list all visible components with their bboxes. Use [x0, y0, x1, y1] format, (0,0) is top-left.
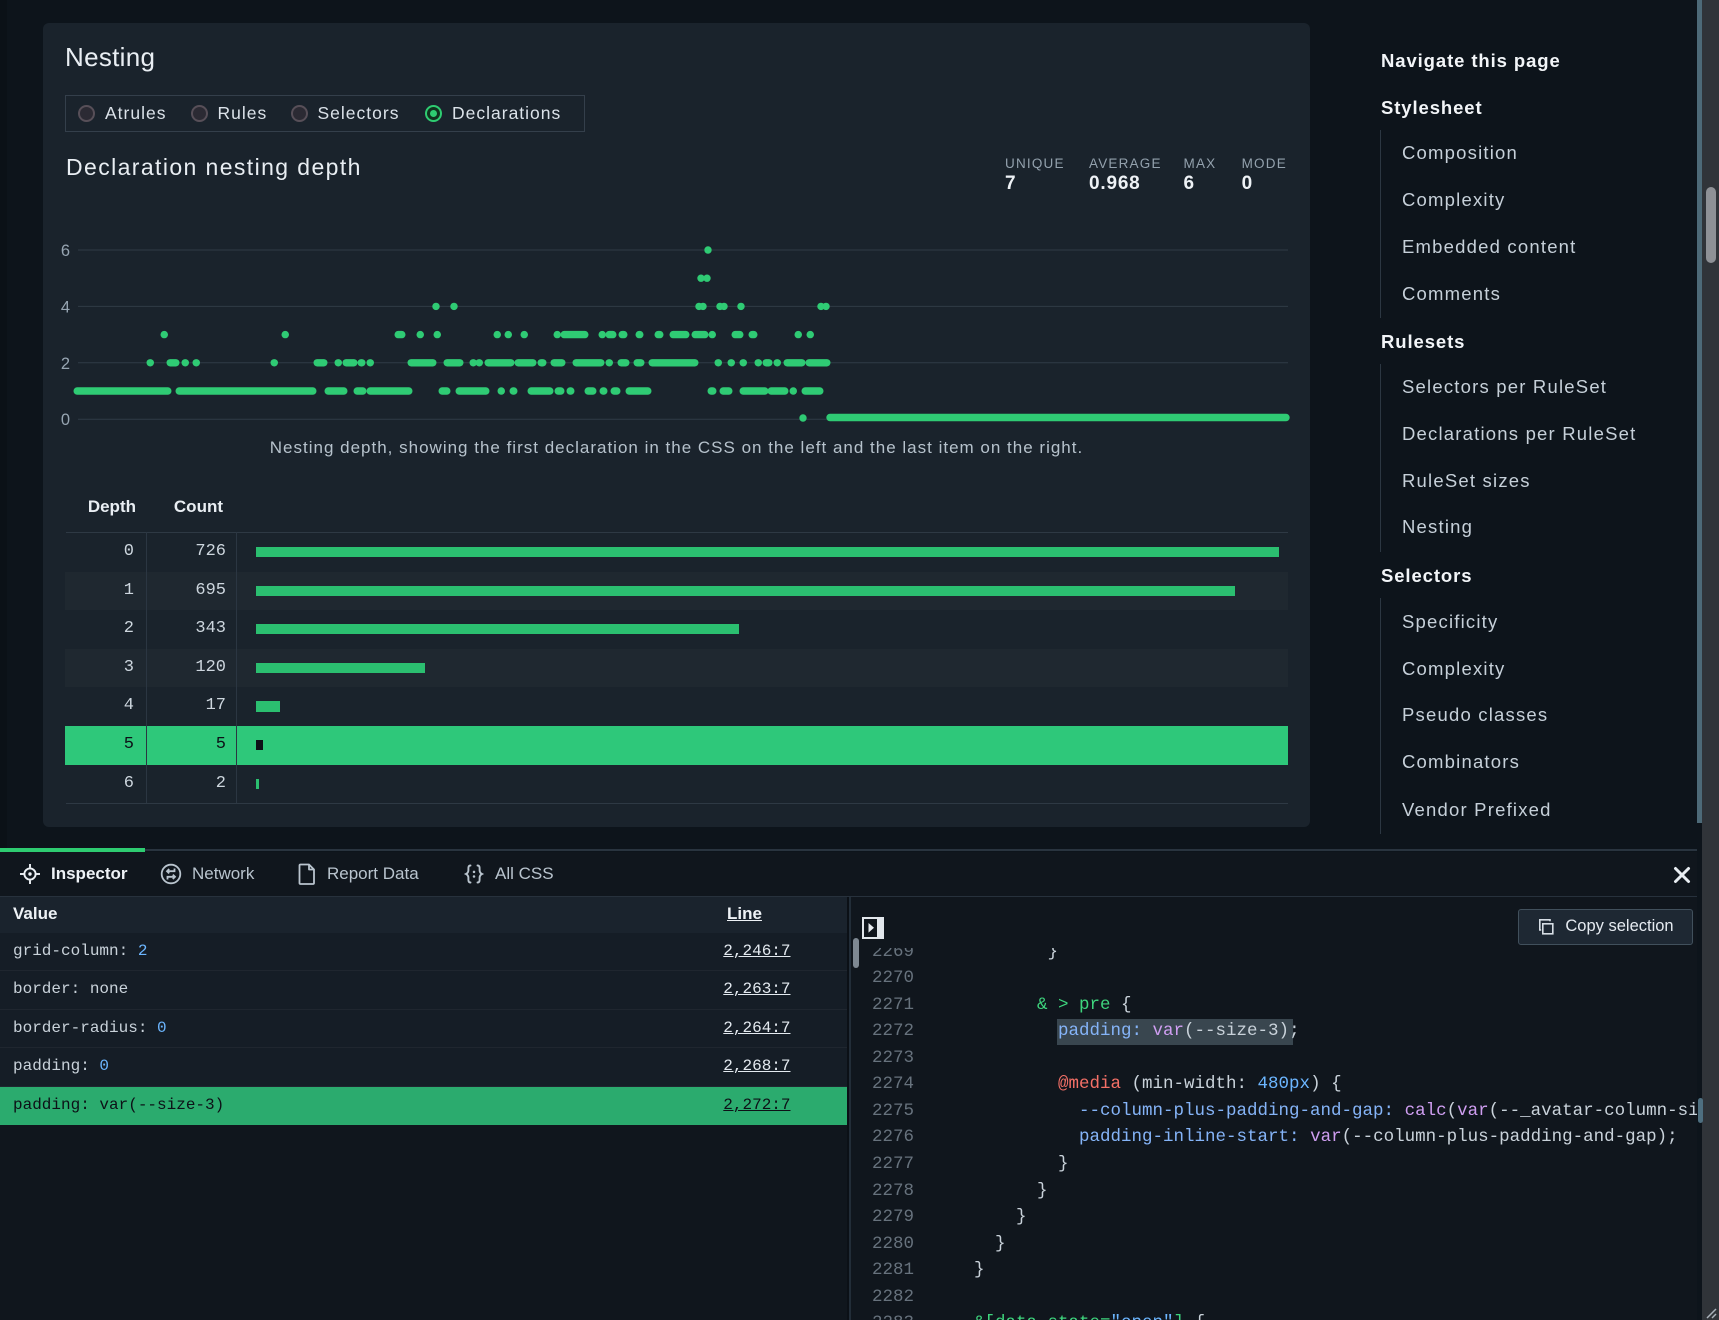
svg-text:6: 6 — [61, 242, 70, 260]
svg-text:0: 0 — [61, 411, 70, 429]
svg-text:4: 4 — [61, 298, 70, 316]
svg-text:2: 2 — [61, 355, 70, 373]
